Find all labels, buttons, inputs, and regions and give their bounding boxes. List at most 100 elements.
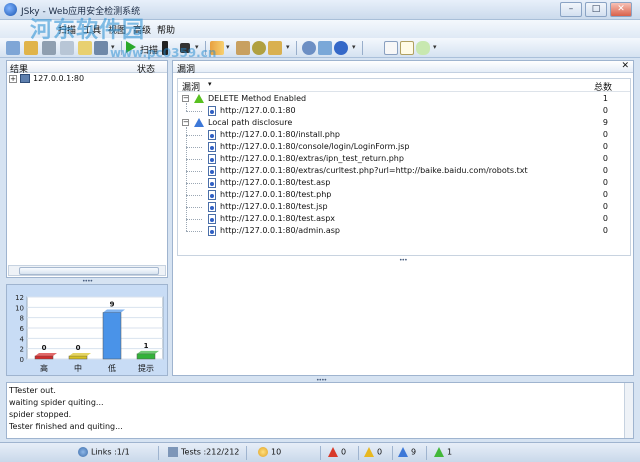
- toolbar-separator: [362, 41, 363, 55]
- app-icon: [4, 3, 17, 16]
- web-icon[interactable]: [318, 41, 332, 55]
- vulnerability-url-row[interactable]: http://127.0.0.1:80/install.php 0: [178, 129, 630, 141]
- high-warning-icon: [328, 447, 338, 457]
- vulnerability-url-row[interactable]: http://127.0.0.1:80/test.jsp 0: [178, 201, 630, 213]
- tree-connector: [186, 127, 187, 231]
- vulnerability-count: 0: [602, 214, 608, 223]
- chevron-down-icon[interactable]: ▾: [286, 43, 290, 51]
- collapse-icon[interactable]: −: [182, 119, 189, 126]
- chart-y-tick-label: 0: [20, 356, 24, 364]
- notes-icon[interactable]: [400, 41, 414, 55]
- low-status: 9: [398, 447, 416, 457]
- grid-header: 漏洞 ▾ 总数: [178, 79, 630, 93]
- items-count: 10: [271, 447, 282, 457]
- vulnerability-url-row[interactable]: http://127.0.0.1:80/test.asp 0: [178, 177, 630, 189]
- tree-connector: [186, 111, 202, 112]
- vulnerability-url-row[interactable]: http://127.0.0.1:80/test.php 0: [178, 189, 630, 201]
- minimize-button[interactable]: –: [560, 2, 582, 17]
- vulnerability-url: http://127.0.0.1:80/test.jsp: [220, 202, 328, 211]
- chart-x-tick-label: 提示: [138, 363, 154, 373]
- col-vulnerability[interactable]: 漏洞: [182, 80, 200, 93]
- items-status: 10: [258, 447, 281, 457]
- menu-help[interactable]: 帮助: [157, 23, 175, 36]
- vulnerability-group-row[interactable]: − DELETE Method Enabled 1: [178, 93, 630, 105]
- results-hscrollbar[interactable]: [8, 265, 166, 276]
- log-line: Tester finished and quiting...: [9, 422, 123, 431]
- toolbox-icon[interactable]: [268, 41, 282, 55]
- col-status[interactable]: 状态: [137, 62, 155, 75]
- results-panel: 结果 状态 +127.0.0.1:80: [6, 60, 168, 278]
- close-button[interactable]: ✕: [610, 2, 632, 17]
- info-icon[interactable]: [334, 41, 348, 55]
- status-bar: Links :1/1 Tests :212/212 10 0 0 9 1: [0, 442, 640, 462]
- vulnerability-group-row[interactable]: − Local path disclosure 9: [178, 117, 630, 129]
- page-icon: [208, 202, 216, 212]
- tree-connector: [186, 103, 187, 111]
- chart-y-tick-label: 10: [15, 304, 24, 312]
- log-line: TTester out.: [9, 386, 56, 395]
- vulnerability-url-row[interactable]: http://127.0.0.1:80/extras/curltest.php?…: [178, 165, 630, 177]
- chart-y-tick-label: 8: [20, 315, 24, 323]
- brush-icon[interactable]: [236, 41, 250, 55]
- page-icon: [208, 226, 216, 236]
- status-separator: [358, 446, 359, 460]
- log-line: waiting spider quiting...: [9, 398, 104, 407]
- new-scan-icon[interactable]: [6, 41, 20, 55]
- status-separator: [392, 446, 393, 460]
- vulnerability-url-row[interactable]: http://127.0.0.1:80/admin.asp 0: [178, 225, 630, 237]
- tree-connector: [186, 159, 202, 160]
- tree-connector: [186, 195, 202, 196]
- close-icon[interactable]: ✕: [621, 61, 629, 71]
- help-icon[interactable]: [302, 41, 316, 55]
- maximize-button[interactable]: □: [585, 2, 607, 17]
- log-vscrollbar[interactable]: [624, 383, 633, 438]
- vulnerability-url: http://127.0.0.1:80/extras/curltest.php?…: [220, 166, 528, 175]
- page-icon: [208, 130, 216, 140]
- vulnerability-url: http://127.0.0.1:80/extras/ipn_test_retu…: [220, 154, 404, 163]
- log-panel: TTester out. waiting spider quiting... s…: [6, 382, 634, 439]
- host-label: 127.0.0.1:80: [33, 74, 85, 83]
- vulnerability-name: Local path disclosure: [208, 118, 293, 127]
- tree-node-host[interactable]: +127.0.0.1:80: [9, 74, 84, 86]
- tree-connector: [186, 147, 202, 148]
- coin-icon: [258, 447, 268, 457]
- vulnerability-count: 0: [602, 226, 608, 235]
- gear-icon[interactable]: [252, 41, 266, 55]
- tree-connector: [186, 231, 202, 232]
- medium-status: 0: [364, 447, 382, 457]
- low-warning-icon: [194, 118, 204, 127]
- vulnerability-count: 0: [602, 106, 608, 115]
- vulnerability-url: http://127.0.0.1:80: [220, 106, 296, 115]
- chevron-down-icon[interactable]: ▾: [226, 43, 230, 51]
- chevron-down-icon[interactable]: ▾: [352, 43, 356, 51]
- chart-data-label: 9: [110, 301, 115, 309]
- scrollbar-thumb[interactable]: [19, 267, 159, 275]
- expand-icon[interactable]: +: [9, 74, 17, 83]
- chart-bar: [136, 353, 156, 360]
- results-header: 结果 状态: [7, 61, 167, 75]
- comment-icon[interactable]: [416, 41, 430, 55]
- chevron-down-icon[interactable]: ▾: [433, 43, 437, 51]
- splitter-handle[interactable]: •••: [399, 257, 408, 264]
- log-line: spider stopped.: [9, 410, 72, 419]
- status-separator: [320, 446, 321, 460]
- vulnerability-url-row[interactable]: http://127.0.0.1:80/extras/ipn_test_retu…: [178, 153, 630, 165]
- info-warning-icon: [194, 94, 204, 103]
- page-icon: [208, 214, 216, 224]
- medium-count: 0: [377, 447, 383, 457]
- page-icon: [208, 166, 216, 176]
- vulnerability-count: 0: [602, 190, 608, 199]
- vulnerability-url-row[interactable]: http://127.0.0.1:80/console/login/LoginF…: [178, 141, 630, 153]
- status-separator: [158, 446, 159, 460]
- vulnerability-url: http://127.0.0.1:80/test.aspx: [220, 214, 336, 223]
- panel-icon[interactable]: [384, 41, 398, 55]
- sort-chevron-icon[interactable]: ▾: [208, 80, 212, 88]
- tab-vulnerabilities[interactable]: 漏洞: [177, 62, 195, 75]
- col-total[interactable]: 总数: [594, 80, 612, 93]
- vulnerability-url: http://127.0.0.1:80/test.php: [220, 190, 332, 199]
- vulnerability-url-row[interactable]: http://127.0.0.1:80 0: [178, 105, 630, 117]
- vulnerability-url-row[interactable]: http://127.0.0.1:80/test.aspx 0: [178, 213, 630, 225]
- tree-connector: [186, 207, 202, 208]
- collapse-icon[interactable]: −: [182, 95, 189, 102]
- vulnerability-url: http://127.0.0.1:80/console/login/LoginF…: [220, 142, 410, 151]
